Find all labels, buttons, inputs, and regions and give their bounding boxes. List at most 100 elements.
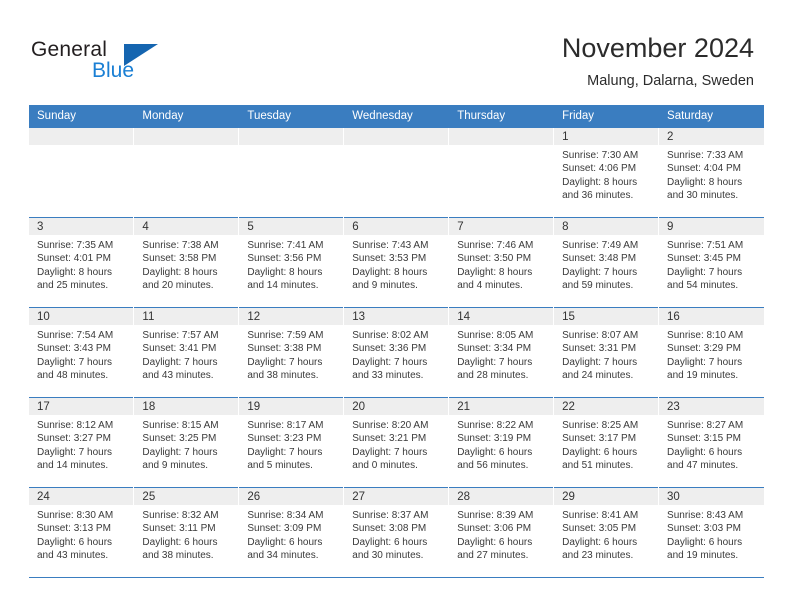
calendar-cell-day[interactable]: 24 Sunrise: 8:30 AM Sunset: 3:13 PM Dayligh… [29, 487, 135, 578]
calendar-cell-day[interactable]: 16 Sunrise: 8:10 AM Sunset: 3:29 PM Dayligh… [658, 307, 764, 398]
sunrise-text: Sunrise: 8:39 AM [457, 510, 534, 521]
sunset-text: Sunset: 4:04 PM [667, 163, 741, 175]
day-number: 6 [344, 218, 449, 235]
calendar-cell-day[interactable]: 18 Sunrise: 8:15 AM Sunset: 3:25 PM Dayligh… [133, 397, 240, 488]
calendar-cell-day[interactable]: 11 Sunrise: 7:57 AM Sunset: 3:41 PM Dayligh… [133, 307, 240, 398]
sun-info: Sunrise: 8:17 AM Sunset: 3:23 PM Daylight:… [239, 415, 343, 473]
calendar-cell-empty [343, 127, 450, 218]
cell-inner: 11 Sunrise: 7:57 AM Sunset: 3:41 PM Dayligh… [134, 308, 239, 397]
calendar-cell-day[interactable]: 1 Sunrise: 7:30 AM Sunset: 4:06 PM Daylight… [553, 127, 660, 218]
daylight-text-line2: and 14 minutes. [37, 460, 109, 472]
calendar-grid: Sunday Monday Tuesday Wednesday Thursday Frid… [29, 105, 764, 578]
calendar-cell-day[interactable]: 9 Sunrise: 7:51 AM Sunset: 3:45 PM Daylight… [658, 217, 764, 308]
calendar-cell-day[interactable]: 23 Sunrise: 8:27 AM Sunset: 3:15 PM Dayligh… [658, 397, 764, 488]
weekday-header-monday: Monday [133, 105, 240, 128]
daylight-text-line1: Daylight: 7 hours [247, 446, 323, 458]
sunset-text: Sunset: 3:11 PM [142, 523, 216, 535]
daylight-text-line1: Daylight: 8 hours [562, 176, 638, 188]
page-subtitle: Malung, Dalarna, Sweden [587, 73, 754, 89]
sun-info [449, 145, 553, 149]
calendar-cell-day[interactable]: 26 Sunrise: 8:34 AM Sunset: 3:09 PM Dayligh… [238, 487, 345, 578]
calendar-cell-day[interactable]: 8 Sunrise: 7:49 AM Sunset: 3:48 PM Daylight… [553, 217, 660, 308]
cell-inner: 6 Sunrise: 7:43 AM Sunset: 3:53 PM Daylight… [344, 218, 449, 307]
sun-info: Sunrise: 8:32 AM Sunset: 3:11 PM Daylight:… [134, 505, 238, 563]
sun-info: Sunrise: 8:41 AM Sunset: 3:05 PM Daylight:… [554, 505, 658, 563]
daylight-text-line1: Daylight: 6 hours [37, 536, 113, 548]
calendar-cell-day[interactable]: 4 Sunrise: 7:38 AM Sunset: 3:58 PM Daylight… [133, 217, 240, 308]
calendar-cell-day[interactable]: 30 Sunrise: 8:43 AM Sunset: 3:03 PM Dayligh… [658, 487, 764, 578]
calendar-cell-day[interactable]: 2 Sunrise: 7:33 AM Sunset: 4:04 PM Daylight… [658, 127, 764, 218]
calendar-cell-day[interactable]: 5 Sunrise: 7:41 AM Sunset: 3:56 PM Daylight… [238, 217, 345, 308]
title-block: November 2024 Malung, Dalarna, Sweden [562, 32, 754, 91]
sunrise-text: Sunrise: 8:10 AM [667, 330, 744, 341]
sun-info: Sunrise: 7:54 AM Sunset: 3:43 PM Daylight:… [29, 325, 133, 383]
calendar-week-row: 3 Sunrise: 7:35 AM Sunset: 4:01 PM Daylight… [29, 217, 764, 308]
cell-inner [344, 128, 449, 217]
calendar-cell-day[interactable]: 13 Sunrise: 8:02 AM Sunset: 3:36 PM Dayligh… [343, 307, 450, 398]
sunrise-text: Sunrise: 7:59 AM [247, 330, 324, 341]
calendar-cell-day[interactable]: 22 Sunrise: 8:25 AM Sunset: 3:17 PM Dayligh… [553, 397, 660, 488]
calendar-cell-day[interactable]: 27 Sunrise: 8:37 AM Sunset: 3:08 PM Dayligh… [343, 487, 450, 578]
calendar-cell-day[interactable]: 19 Sunrise: 8:17 AM Sunset: 3:23 PM Dayligh… [238, 397, 345, 488]
calendar-cell-day[interactable]: 29 Sunrise: 8:41 AM Sunset: 3:05 PM Dayligh… [553, 487, 660, 578]
calendar-cell-day[interactable]: 6 Sunrise: 7:43 AM Sunset: 3:53 PM Daylight… [343, 217, 450, 308]
sun-info: Sunrise: 7:33 AM Sunset: 4:04 PM Daylight:… [659, 145, 763, 203]
calendar-cell-day[interactable]: 20 Sunrise: 8:20 AM Sunset: 3:21 PM Dayligh… [343, 397, 450, 488]
weekday-header-sunday: Sunday [29, 105, 135, 128]
cell-inner: 21 Sunrise: 8:22 AM Sunset: 3:19 PM Dayligh… [449, 398, 554, 487]
daylight-text-line1: Daylight: 6 hours [562, 446, 638, 458]
sunrise-text: Sunrise: 8:07 AM [562, 330, 639, 341]
daylight-text-line1: Daylight: 7 hours [37, 446, 113, 458]
calendar-cell-day[interactable]: 10 Sunrise: 7:54 AM Sunset: 3:43 PM Dayligh… [29, 307, 135, 398]
cell-inner: 16 Sunrise: 8:10 AM Sunset: 3:29 PM Dayligh… [659, 308, 764, 397]
day-number: 10 [29, 308, 134, 325]
day-number: 7 [449, 218, 554, 235]
calendar-cell-day[interactable]: 21 Sunrise: 8:22 AM Sunset: 3:19 PM Dayligh… [448, 397, 555, 488]
sunrise-text: Sunrise: 8:27 AM [667, 420, 744, 431]
daylight-text-line2: and 38 minutes. [247, 370, 319, 382]
sunset-text: Sunset: 3:45 PM [667, 253, 741, 265]
calendar-cell-day[interactable]: 15 Sunrise: 8:07 AM Sunset: 3:31 PM Dayligh… [553, 307, 660, 398]
sun-info: Sunrise: 8:39 AM Sunset: 3:06 PM Daylight:… [449, 505, 553, 563]
page-title: November 2024 [561, 33, 754, 63]
sunrise-text: Sunrise: 7:35 AM [37, 240, 114, 251]
day-number: 11 [134, 308, 239, 325]
calendar-cell-day[interactable]: 12 Sunrise: 7:59 AM Sunset: 3:38 PM Dayligh… [238, 307, 345, 398]
cell-inner: 7 Sunrise: 7:46 AM Sunset: 3:50 PM Daylight… [449, 218, 554, 307]
calendar-cell-day[interactable]: 3 Sunrise: 7:35 AM Sunset: 4:01 PM Daylight… [29, 217, 135, 308]
cell-inner: 10 Sunrise: 7:54 AM Sunset: 3:43 PM Dayligh… [29, 308, 134, 397]
daylight-text-line1: Daylight: 8 hours [142, 266, 218, 278]
calendar-cell-day[interactable]: 28 Sunrise: 8:39 AM Sunset: 3:06 PM Dayligh… [448, 487, 555, 578]
daylight-text-line1: Daylight: 8 hours [247, 266, 323, 278]
cell-inner: 8 Sunrise: 7:49 AM Sunset: 3:48 PM Daylight… [554, 218, 659, 307]
sun-info: Sunrise: 8:27 AM Sunset: 3:15 PM Daylight:… [659, 415, 763, 473]
sunset-text: Sunset: 4:06 PM [562, 163, 637, 175]
calendar-cell-day[interactable]: 17 Sunrise: 8:12 AM Sunset: 3:27 PM Dayligh… [29, 397, 135, 488]
general-blue-logo[interactable]: General Blue [31, 38, 211, 88]
cell-inner: 5 Sunrise: 7:41 AM Sunset: 3:56 PM Daylight… [239, 218, 344, 307]
day-number: 24 [29, 488, 134, 505]
calendar-cell-day[interactable]: 25 Sunrise: 8:32 AM Sunset: 3:11 PM Dayligh… [133, 487, 240, 578]
day-number: 16 [659, 308, 764, 325]
daylight-text-line2: and 0 minutes. [352, 460, 418, 472]
day-number [239, 128, 344, 145]
sunrise-text: Sunrise: 7:51 AM [667, 240, 744, 251]
day-number: 23 [659, 398, 764, 415]
day-number: 26 [239, 488, 344, 505]
calendar-page: General Blue November 2024 Malung, Dalar… [0, 0, 792, 612]
calendar-cell-day[interactable]: 7 Sunrise: 7:46 AM Sunset: 3:50 PM Daylight… [448, 217, 555, 308]
daylight-text-line1: Daylight: 7 hours [667, 266, 743, 278]
sun-info: Sunrise: 7:43 AM Sunset: 3:53 PM Daylight:… [344, 235, 448, 293]
sunset-text: Sunset: 3:34 PM [457, 343, 532, 355]
cell-inner: 25 Sunrise: 8:32 AM Sunset: 3:11 PM Dayligh… [134, 488, 239, 577]
calendar-cell-day[interactable]: 14 Sunrise: 8:05 AM Sunset: 3:34 PM Dayligh… [448, 307, 555, 398]
calendar-cell-empty [448, 127, 555, 218]
sun-info: Sunrise: 8:37 AM Sunset: 3:08 PM Daylight:… [344, 505, 448, 563]
daylight-text-line2: and 30 minutes. [352, 550, 424, 562]
sunrise-text: Sunrise: 7:41 AM [247, 240, 324, 251]
sunrise-text: Sunrise: 8:41 AM [562, 510, 639, 521]
daylight-text-line1: Daylight: 7 hours [142, 446, 218, 458]
daylight-text-line2: and 30 minutes. [667, 190, 739, 202]
cell-inner: 13 Sunrise: 8:02 AM Sunset: 3:36 PM Dayligh… [344, 308, 449, 397]
sun-info: Sunrise: 8:10 AM Sunset: 3:29 PM Daylight:… [659, 325, 763, 383]
